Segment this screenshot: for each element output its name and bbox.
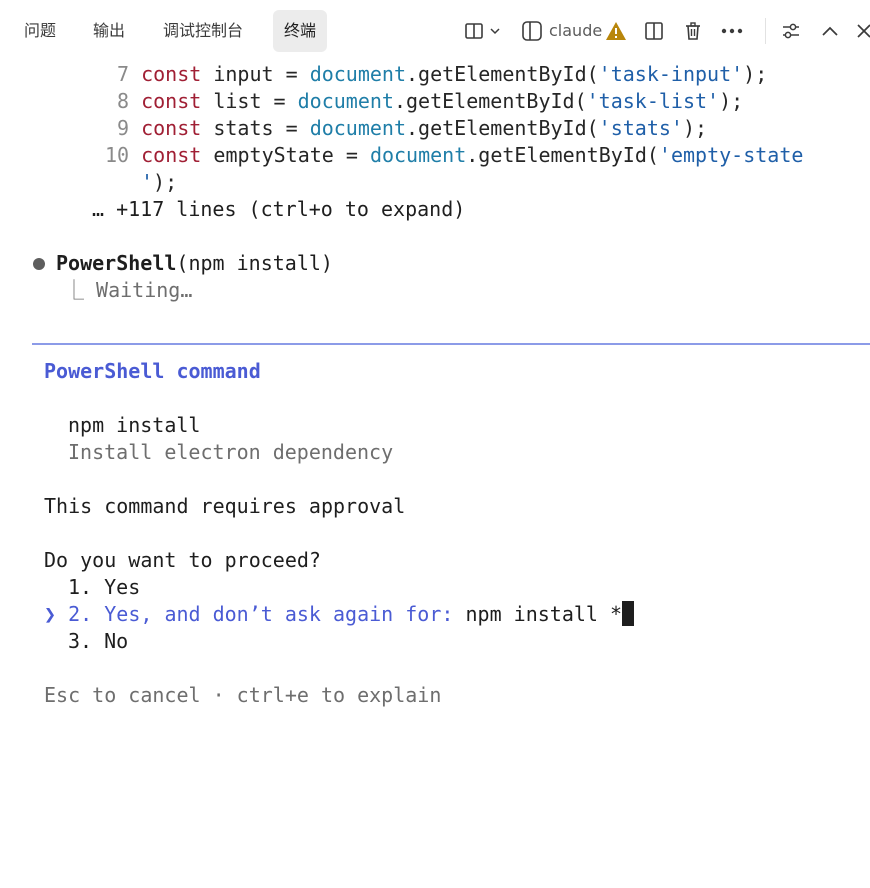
settings-sliders-icon[interactable]	[779, 19, 803, 43]
terminal-output[interactable]: 7 const input = document.getElementById(…	[0, 0, 870, 888]
code-object: document	[309, 62, 407, 86]
selector-chevron-icon: ❯	[44, 602, 57, 626]
option-number: 1.	[68, 575, 93, 599]
option-yes-dont-ask[interactable]: ❯ 2. Yes, and don’t ask again for: npm i…	[44, 601, 635, 628]
tool-status-bullet	[33, 258, 45, 270]
option-label: No	[104, 629, 129, 653]
code-identifier: input =	[201, 62, 310, 86]
code-object: document	[297, 89, 394, 113]
more-icon[interactable]	[720, 19, 744, 43]
code-line: 10 const emptyState = document.getElemen…	[105, 142, 803, 169]
tool-name: PowerShell	[56, 251, 177, 275]
code-object: document	[309, 116, 407, 140]
split-terminal-icon[interactable]	[642, 19, 666, 43]
code-method: .getElementById(	[393, 89, 587, 113]
code-string: 'stats'	[598, 116, 683, 140]
tab-debug-console[interactable]: 调试控制台	[152, 10, 254, 52]
code-line: 9 const stats = document.getElementById(…	[117, 115, 707, 142]
code-end: );	[153, 170, 178, 194]
code-keyword: const	[141, 89, 202, 113]
code-line: 8 const list = document.getElementById('…	[117, 88, 743, 115]
option-label: Yes	[104, 575, 141, 599]
text-cursor	[622, 601, 635, 626]
code-end: );	[719, 89, 744, 113]
close-icon[interactable]	[856, 19, 870, 43]
code-end: );	[682, 116, 708, 140]
status-branch-icon: ⎿	[64, 278, 97, 302]
prompt-description: Install electron dependency	[68, 440, 394, 464]
code-method: .getElementById(	[466, 143, 659, 167]
code-end: );	[743, 62, 768, 86]
split-layout-icon[interactable]	[462, 19, 486, 43]
option-number: 2.	[68, 602, 93, 626]
prompt-notice: This command requires approval	[44, 494, 406, 518]
code-identifier: stats =	[201, 116, 310, 140]
terminal-panel-icon[interactable]	[520, 19, 544, 43]
chevron-up-icon[interactable]	[818, 19, 842, 43]
tool-call: PowerShell(npm install)	[56, 250, 333, 277]
prompt-question: Do you want to proceed?	[44, 548, 321, 572]
option-no[interactable]: 3. No	[68, 628, 128, 655]
line-number: 8	[117, 89, 130, 113]
terminal-name[interactable]: claude	[549, 19, 602, 43]
code-method: .getElementById(	[406, 62, 599, 86]
code-string: '	[141, 170, 154, 194]
prompt-title: PowerShell command	[44, 359, 261, 383]
code-object: document	[369, 143, 467, 167]
code-identifier: emptyState =	[201, 143, 370, 167]
code-keyword: const	[141, 62, 202, 86]
trash-icon[interactable]	[681, 19, 705, 43]
code-keyword: const	[141, 116, 202, 140]
collapsed-lines-hint[interactable]: … +117 lines (ctrl+o to expand)	[92, 196, 465, 223]
code-identifier: list =	[201, 89, 298, 113]
code-line: 7 const input = document.getElementById(…	[117, 61, 767, 88]
prompt-command: npm install	[68, 413, 201, 437]
line-number: 9	[117, 116, 130, 140]
tool-args: (npm install)	[176, 251, 333, 275]
code-method: .getElementById(	[406, 116, 599, 140]
option-yes[interactable]: 1. Yes	[68, 574, 140, 601]
code-string: 'task-list'	[586, 89, 720, 113]
tab-output[interactable]: 输出	[82, 10, 136, 52]
code-string: 'task-input'	[598, 62, 744, 86]
option-label: Yes, and don’t ask again for:	[104, 602, 454, 626]
chevron-down-icon[interactable]	[485, 19, 505, 43]
option-value-input[interactable]: npm install *	[465, 602, 622, 626]
header-separator	[765, 18, 766, 44]
prompt-divider	[32, 343, 870, 345]
code-line-wrap: ');	[141, 169, 177, 196]
tab-problems[interactable]: 问题	[13, 10, 67, 52]
line-number: 7	[117, 62, 130, 86]
tool-status-text: Waiting…	[96, 278, 193, 302]
code-string: 'empty-state	[658, 143, 804, 167]
option-number: 3.	[68, 629, 93, 653]
line-number: 10	[105, 143, 130, 167]
tab-terminal[interactable]: 终端	[273, 10, 328, 52]
code-keyword: const	[141, 143, 202, 167]
warning-icon	[604, 19, 628, 43]
tool-status: ⎿ Waiting…	[64, 277, 192, 304]
prompt-footer-hint: Esc to cancel · ctrl+e to explain	[44, 683, 442, 707]
panel-header: 问题 输出 调试控制台 终端 claude	[0, 0, 870, 62]
